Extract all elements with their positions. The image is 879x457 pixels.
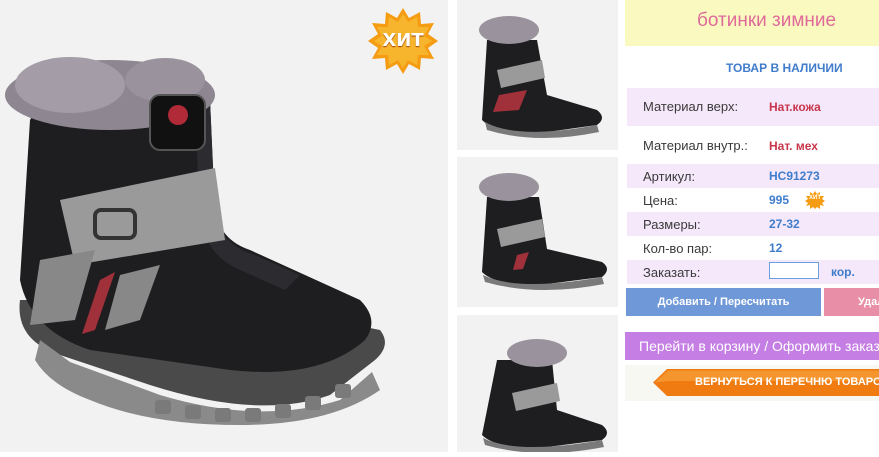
- hit-small-badge: ХИТ: [805, 191, 825, 209]
- main-product-photo[interactable]: ХИТ: [0, 0, 448, 452]
- boot-thumbnail-image: [482, 339, 607, 454]
- spec-value: Нат. мех: [769, 139, 818, 153]
- stock-status: ТОВАР В НАЛИЧИИ: [726, 61, 843, 75]
- hit-badge-label: ХИТ: [382, 30, 424, 51]
- quantity-input[interactable]: [769, 262, 819, 279]
- order-label: Заказать:: [643, 265, 701, 280]
- spec-row-pairs: Кол-во пар: 12: [627, 236, 879, 260]
- thumbnail-3[interactable]: [457, 315, 618, 454]
- spec-row-article: Артикул: HC91273: [627, 164, 879, 188]
- spec-label: Цена:: [643, 193, 678, 208]
- add-recalculate-button[interactable]: Добавить / Пересчитать: [626, 288, 821, 316]
- boot-thumbnail-image: [479, 16, 602, 139]
- spec-row-inner-material: Материал внутр.: Нат. мех: [627, 126, 879, 164]
- spec-label: Размеры:: [643, 217, 701, 232]
- price-value: 995: [769, 193, 790, 207]
- thumbnail-1[interactable]: [457, 0, 618, 150]
- thumbnail-2[interactable]: [457, 157, 618, 307]
- product-title: ботинки зимние: [697, 10, 837, 31]
- spec-label: Кол-во пар:: [643, 241, 713, 256]
- spec-label: Артикул:: [643, 169, 696, 184]
- order-unit: кор.: [831, 265, 855, 279]
- product-title-bar: ботинки зимние: [625, 0, 879, 46]
- spec-row-sizes: Размеры: 27-32: [627, 212, 879, 236]
- spec-row-upper-material: Материал верх: Нат.кожа: [627, 88, 879, 126]
- spec-value: 12: [769, 241, 783, 255]
- spec-value: 27-32: [769, 217, 800, 231]
- hit-small-label: ХИТ: [809, 195, 821, 201]
- delete-button[interactable]: Удалить: [824, 288, 879, 316]
- back-to-list-button[interactable]: ВЕРНУТЬСЯ К ПЕРЕЧНЮ ТОВАРОВ: [653, 369, 879, 396]
- spec-label: Материал внутр.:: [643, 138, 748, 153]
- boot-thumbnail-image: [479, 173, 607, 291]
- hit-badge: ХИТ: [368, 8, 438, 74]
- spec-row-price: Цена: 995 ХИТ: [627, 188, 879, 212]
- spec-value: HC91273: [769, 169, 820, 183]
- spec-label: Материал верх:: [643, 99, 739, 114]
- spec-value: Нат.кожа: [769, 100, 821, 114]
- back-to-list-label: ВЕРНУТЬСЯ К ПЕРЕЧНЮ ТОВАРОВ: [695, 376, 879, 388]
- go-to-cart-button[interactable]: Перейти в корзину / Оформить заказ: [625, 332, 879, 360]
- order-row: Заказать: кор.: [627, 260, 879, 284]
